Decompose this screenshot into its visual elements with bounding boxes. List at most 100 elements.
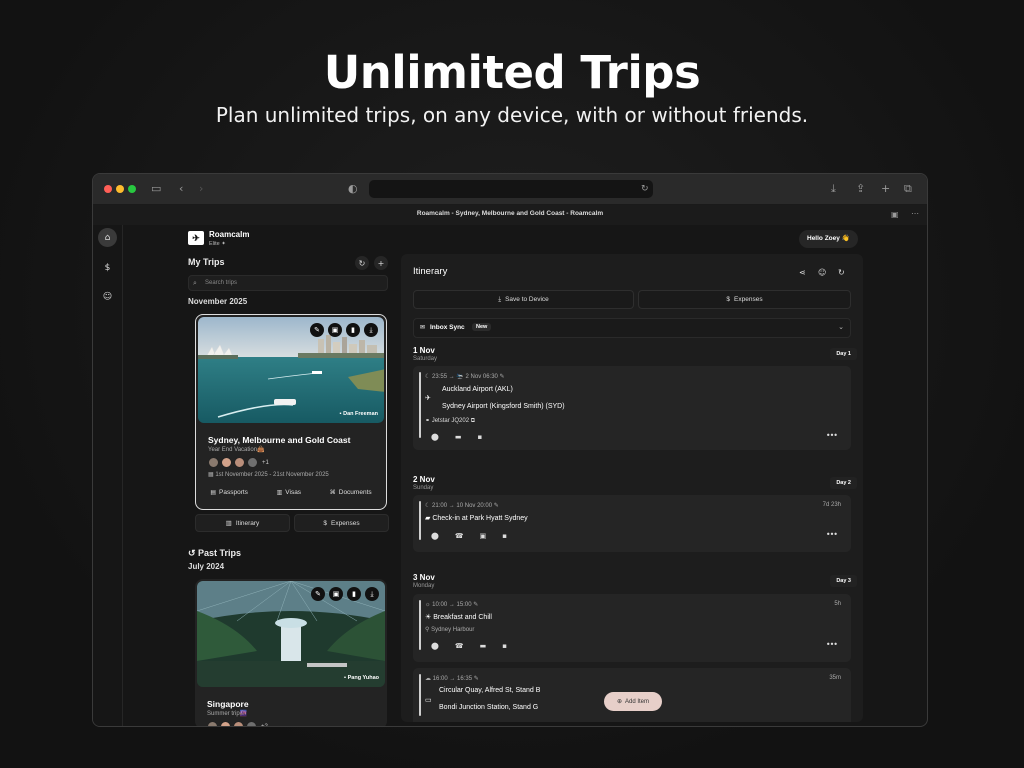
- dollar-icon: $: [726, 296, 731, 303]
- extra-travellers: +1: [262, 459, 269, 466]
- trip-photo-singapore: ✎ ▣ ▮ ⤓ ▪ Pang Yuhao: [197, 581, 385, 687]
- edit-icon[interactable]: ✎: [311, 587, 325, 601]
- activity-title-text: Breakfast and Chill: [433, 614, 492, 621]
- edit-icon[interactable]: ✎: [472, 602, 478, 608]
- trip-card-sydney[interactable]: ✎ ▣ ▮ ⤓ ▪ Dan Freeman Sydney, Melbourne …: [195, 314, 387, 510]
- photo-actions: ✎ ▣ ▮ ⤓: [310, 323, 378, 337]
- photo-credit: ▪ Pang Yuhao: [344, 675, 379, 681]
- search-input[interactable]: ⌕ Search trips: [188, 275, 388, 291]
- trip-card-singapore[interactable]: ✎ ▣ ▮ ⤓ ▪ Pang Yuhao Singapore Summer tr…: [195, 579, 387, 727]
- itinerary-expenses-button[interactable]: $ Expenses: [638, 290, 851, 309]
- sidebar-icon[interactable]: ▭: [151, 182, 161, 196]
- flight-item[interactable]: ☾ 23:55 → 🛬 2 Nov 06:30 ✎ ✈ Auckland Air…: [413, 366, 851, 450]
- edit-icon[interactable]: ✎: [492, 503, 499, 509]
- tab-bar: Roamcalm - Sydney, Melbourne and Gold Co…: [93, 205, 927, 225]
- ticket-icon[interactable]: ▬: [455, 433, 462, 441]
- item-actions: ⬤ ▬ ▪: [431, 433, 482, 441]
- activity-location[interactable]: ⚲ Sydney Harbour: [425, 626, 474, 633]
- tab-title[interactable]: Roamcalm - Sydney, Melbourne and Gold Co…: [93, 210, 927, 217]
- inbox-sync-toggle[interactable]: ✉ Inbox Sync New ⌄: [413, 318, 851, 338]
- delete-icon[interactable]: ▮: [346, 323, 360, 337]
- note-icon[interactable]: ▪: [502, 642, 507, 650]
- edit-icon[interactable]: ✎: [310, 323, 324, 337]
- image-icon[interactable]: ▣: [328, 323, 342, 337]
- new-tab-icon[interactable]: +: [881, 182, 890, 196]
- back-icon[interactable]: ‹: [179, 182, 183, 196]
- location-icon[interactable]: ⬤: [431, 433, 439, 441]
- phone-icon[interactable]: ☎: [455, 532, 464, 540]
- inbox-sync-label: Inbox Sync: [430, 324, 465, 331]
- search-placeholder: Search trips: [205, 280, 238, 286]
- photo-credit-name: Dan Freeman: [343, 411, 378, 417]
- ticket-icon[interactable]: ▬: [480, 642, 487, 650]
- greeting-button[interactable]: Hello Zoey 👋: [799, 230, 858, 248]
- shield-icon[interactable]: ◐: [348, 182, 358, 196]
- reload-icon[interactable]: ↻: [641, 182, 649, 196]
- location-icon[interactable]: ⬤: [431, 642, 439, 650]
- avatar: [221, 457, 232, 468]
- close-window-button[interactable]: [104, 185, 112, 193]
- avatar: [233, 721, 244, 726]
- image-icon[interactable]: ▣: [329, 587, 343, 601]
- tabs-icon[interactable]: ⧉: [904, 182, 912, 196]
- item-time: ☾ 23:55 → 🛬 2 Nov 06:30 ✎: [425, 373, 505, 380]
- dollar-icon: $: [323, 519, 328, 527]
- left-rail: ⌂ $ ☺: [93, 225, 123, 726]
- activity-item[interactable]: ☼ 10:00 → 15:00 ✎ 5h ☀ Breakfast and Chi…: [413, 594, 851, 662]
- hotel-title-text: Check-in at Park Hyatt Sydney: [432, 515, 528, 522]
- add-trip-icon[interactable]: +: [374, 256, 388, 270]
- hotel-item[interactable]: ☾ 21:00 → 10 Nov 20:00 ✎ 7d 23h ▰ Check-…: [413, 495, 851, 552]
- more-options-icon[interactable]: •••: [826, 431, 838, 440]
- moon-icon: ☾: [425, 503, 433, 509]
- profile-icon[interactable]: ☺: [98, 287, 117, 306]
- plus-circle-icon: ⊕: [616, 699, 622, 705]
- share-icon[interactable]: ⇪: [856, 182, 865, 196]
- extra-travellers: +2: [261, 723, 268, 727]
- dollar-icon[interactable]: $: [98, 258, 117, 277]
- tab-overview-icon[interactable]: ▣: [891, 208, 899, 222]
- edit-icon[interactable]: ✎: [472, 676, 479, 682]
- minimize-window-button[interactable]: [116, 185, 124, 193]
- maximize-window-button[interactable]: [128, 185, 136, 193]
- visas-link[interactable]: ▥ Visas: [277, 489, 301, 496]
- copy-icon[interactable]: ▮: [347, 587, 361, 601]
- itinerary-button[interactable]: ▥ Itinerary: [195, 514, 290, 532]
- url-bar[interactable]: ↻: [369, 180, 653, 198]
- avatar: [220, 721, 231, 726]
- month-heading: November 2025: [188, 297, 248, 306]
- passports-link[interactable]: ▤ Passports: [210, 489, 248, 496]
- save-to-device-button[interactable]: ⤓ Save to Device: [413, 290, 634, 309]
- note-icon[interactable]: ▪: [477, 433, 482, 441]
- more-options-icon[interactable]: •••: [826, 640, 838, 649]
- refresh-itinerary-icon[interactable]: ↻: [838, 266, 845, 280]
- documents-link[interactable]: ⌘ Documents: [330, 489, 372, 496]
- flight-destination: Sydney Airport (Kingsford Smith) (SYD): [442, 403, 565, 410]
- save-label: Save to Device: [505, 296, 549, 303]
- share-itinerary-icon[interactable]: ⋖: [799, 266, 806, 280]
- edit-icon[interactable]: ✎: [498, 374, 505, 380]
- booking-icon[interactable]: ▣: [480, 532, 487, 540]
- more-options-icon[interactable]: •••: [826, 530, 838, 539]
- day-date: 1 Nov: [413, 346, 435, 355]
- visas-label: Visas: [285, 489, 302, 496]
- more-icon[interactable]: ⋯: [911, 207, 919, 221]
- add-item-button[interactable]: ⊕ Add Item: [604, 692, 662, 711]
- add-friend-icon[interactable]: ☺: [818, 266, 826, 280]
- refresh-icon[interactable]: ↻: [355, 256, 369, 270]
- item-time-text: 21:00 → 10 Nov 20:00: [432, 503, 493, 509]
- location-icon[interactable]: ⬤: [431, 532, 439, 540]
- home-icon[interactable]: ⌂: [98, 228, 117, 247]
- item-time-text: 16:00 → 16:35: [432, 676, 473, 682]
- new-badge: New: [472, 323, 492, 331]
- note-icon[interactable]: ▪: [502, 532, 507, 540]
- phone-icon[interactable]: ☎: [455, 642, 464, 650]
- activity-location-text: Sydney Harbour: [431, 627, 475, 633]
- flight-number[interactable]: ⚭ Jetstar JQ202 ⧉: [425, 417, 475, 425]
- expenses-button[interactable]: $ Expenses: [294, 514, 389, 532]
- download-trip-icon[interactable]: ⤓: [365, 587, 379, 601]
- download-trip-icon[interactable]: ⤓: [364, 323, 378, 337]
- avatar: [247, 457, 258, 468]
- download-icon[interactable]: ⤓: [831, 182, 836, 196]
- itinerary-title: Itinerary: [413, 266, 448, 277]
- forward-icon[interactable]: ›: [199, 182, 203, 196]
